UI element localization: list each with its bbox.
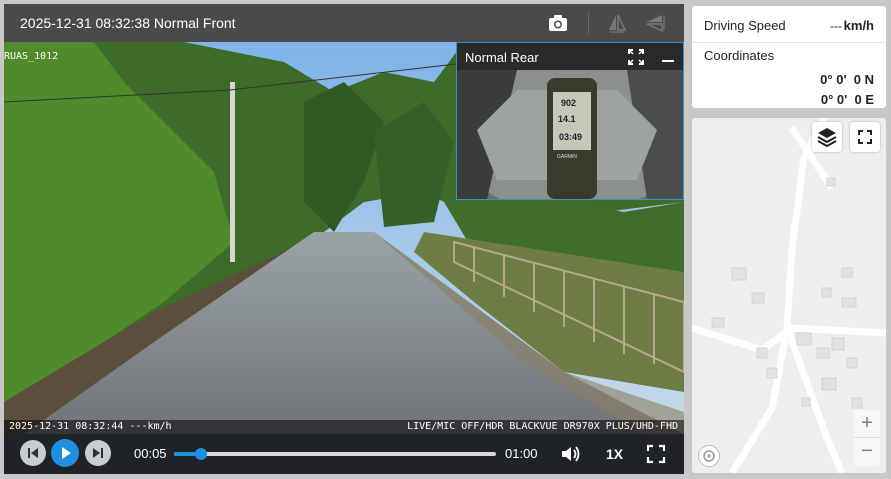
rear-pip-label: Normal Rear xyxy=(465,50,539,65)
expand-icon[interactable] xyxy=(627,48,645,71)
rear-camera-video[interactable]: 902 14.1 03:49 GARMIN xyxy=(457,70,683,199)
map-logo-icon xyxy=(698,445,720,467)
osd-bottom-bar: 2025-12-31 08:32:44 ---km/h LIVE/MIC OFF… xyxy=(4,420,684,434)
minimize-icon[interactable] xyxy=(662,60,674,62)
osd-camera-id: RUAS_1012 xyxy=(4,51,59,62)
previous-button[interactable] xyxy=(20,440,46,466)
zoom-control: + − xyxy=(854,410,880,466)
seek-handle[interactable] xyxy=(194,448,207,460)
gps-reading-1: 902 xyxy=(561,98,577,108)
zoom-in-button[interactable]: + xyxy=(854,410,880,438)
layers-button[interactable] xyxy=(812,122,842,152)
osd-device-info: LIVE/MIC OFF/HDR BLACKVUE DR970X PLUS/UH… xyxy=(407,421,678,432)
video-player: 2025-12-31 08:32:38 Normal Front RUAS_10… xyxy=(4,4,684,474)
duration-time: 01:00 xyxy=(505,446,538,461)
coordinates-label: Coordinates xyxy=(704,48,775,63)
gps-reading-2: 14.1 xyxy=(558,114,576,124)
map-view[interactable]: + − xyxy=(692,118,886,473)
playback-controls: 00:05 01:00 1X xyxy=(4,434,684,474)
rear-pip-header: Normal Rear xyxy=(457,43,683,70)
volume-icon[interactable] xyxy=(560,444,582,469)
camera-icon[interactable] xyxy=(547,12,569,34)
map-fullscreen-button[interactable] xyxy=(850,122,880,152)
current-time: 00:05 xyxy=(134,446,167,461)
flip-vertical-icon[interactable] xyxy=(644,12,666,34)
seek-bar[interactable] xyxy=(174,448,496,460)
speed-unit: km/h xyxy=(843,18,874,33)
fullscreen-icon[interactable] xyxy=(646,444,666,469)
gps-reading-3: 03:49 xyxy=(559,132,583,142)
osd-timestamp: 2025-12-31 08:32:44 ---km/h xyxy=(9,421,172,432)
speed-value: --- xyxy=(830,19,842,33)
play-button[interactable] xyxy=(51,439,79,467)
player-top-bar: 2025-12-31 08:32:38 Normal Front xyxy=(4,4,684,42)
next-button[interactable] xyxy=(85,440,111,466)
gps-brand: GARMIN xyxy=(557,154,577,160)
rear-camera-pip[interactable]: Normal Rear 902 14.1 03:49 GARMIN xyxy=(456,42,684,200)
speed-label: Driving Speed xyxy=(704,18,786,33)
latitude-value: 0° 0' 0 N xyxy=(820,72,874,87)
driving-info-panel: Driving Speed --- km/h Coordinates 0° 0'… xyxy=(692,6,886,108)
divider xyxy=(588,12,589,34)
playback-speed-button[interactable]: 1X xyxy=(606,446,623,462)
video-title: 2025-12-31 08:32:38 Normal Front xyxy=(20,15,236,31)
flip-horizontal-icon[interactable] xyxy=(606,12,628,34)
zoom-out-button[interactable]: − xyxy=(854,438,880,465)
speed-row: Driving Speed --- km/h xyxy=(692,6,886,43)
longitude-value: 0° 0' 0 E xyxy=(820,92,874,107)
